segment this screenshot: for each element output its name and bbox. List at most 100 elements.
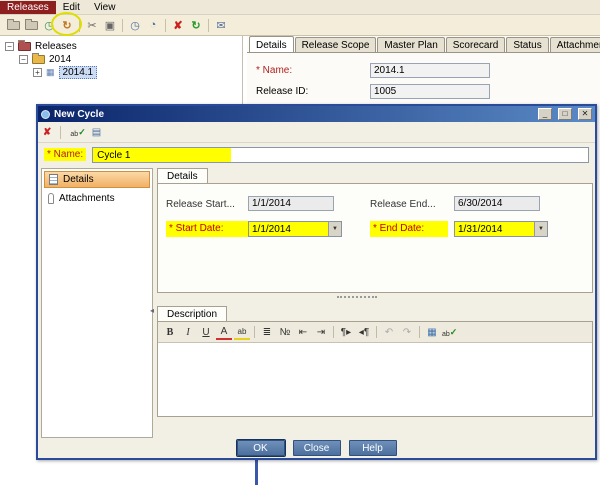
- spell-ab-glyph: ab: [442, 330, 450, 338]
- cycle-name-field[interactable]: Cycle 1: [92, 146, 589, 163]
- new-release-folder-button[interactable]: [4, 16, 22, 34]
- release-tabs: Details Release Scope Master Plan Scorec…: [247, 36, 600, 53]
- paste-button[interactable]: ▣: [101, 16, 119, 34]
- end-date-label: * End Date:: [370, 221, 448, 237]
- delete-button[interactable]: ✘: [169, 16, 187, 34]
- numbered-list-button[interactable]: №: [277, 324, 293, 340]
- new-cycle-dialog: New Cycle _ □ ✕ ✘ ab ✓ ▤ * Name: Cycle 1…: [36, 104, 597, 460]
- details-form-icon: [49, 174, 58, 185]
- annotation-highlight-circle: [51, 12, 82, 36]
- dialog-tab-description[interactable]: Description: [157, 306, 228, 321]
- dialog-title: New Cycle: [54, 108, 105, 120]
- end-date-combo[interactable]: 1/31/2014 ▼: [454, 221, 548, 237]
- sidebar-details-label: Details: [63, 174, 94, 185]
- italic-button[interactable]: I: [180, 324, 196, 340]
- release-name-field[interactable]: 2014.1: [370, 63, 490, 78]
- collapse-icon[interactable]: −: [5, 41, 14, 51]
- chevron-down-icon[interactable]: ▼: [534, 222, 547, 236]
- highlight-button[interactable]: ab: [234, 324, 250, 340]
- description-panel: B I U A ab ≣ № ⇤ ⇥ ¶▸ ◂¶ ↶ ↷ ▦ ab ✓: [157, 321, 593, 417]
- start-date-combo[interactable]: 1/1/2014 ▼: [248, 221, 342, 237]
- menu-edit[interactable]: Edit: [56, 1, 87, 14]
- tab-release-scope[interactable]: Release Scope: [294, 37, 377, 52]
- splitter-handle[interactable]: [337, 296, 377, 298]
- main-toolbar: ◷ ↻ ✂ ▣ ◷ ◔ ✘ ↻ ✉: [0, 15, 600, 36]
- send-email-button[interactable]: ✉: [212, 16, 230, 34]
- progress-button[interactable]: ◔: [144, 16, 162, 34]
- root-folder-icon: [18, 39, 31, 51]
- insert-table-button[interactable]: ▦: [424, 324, 440, 340]
- expand-icon[interactable]: +: [33, 67, 42, 77]
- font-color-button[interactable]: A: [216, 324, 232, 340]
- sidebar-item-attachments[interactable]: Attachments: [44, 190, 150, 207]
- cut-button[interactable]: ✂: [83, 16, 101, 34]
- dialog-sidebar: Details Attachments: [41, 168, 153, 438]
- indent-button[interactable]: ⇥: [313, 324, 329, 340]
- tab-scorecard[interactable]: Scorecard: [445, 37, 506, 52]
- tab-details[interactable]: Details: [249, 36, 294, 52]
- outdent-button[interactable]: ⇤: [295, 324, 311, 340]
- sidebar-attachments-label: Attachments: [59, 193, 115, 204]
- ok-button[interactable]: OK: [236, 440, 285, 456]
- folder-icon: [6, 18, 20, 30]
- tree-item-releases-root[interactable]: − Releases: [5, 39, 77, 52]
- collapse-icon[interactable]: −: [19, 54, 28, 64]
- dialog-toolbar: ✘ ab ✓ ▤: [38, 122, 595, 143]
- tree-item-release-2014-1[interactable]: + ▦ 2014.1: [33, 65, 98, 79]
- dialog-title-bar[interactable]: New Cycle _ □ ✕: [38, 106, 595, 122]
- release-icon: ▦: [46, 66, 55, 77]
- spell-check-glyph: ✓: [449, 326, 458, 337]
- tab-attachments[interactable]: Attachments: [549, 37, 600, 52]
- cycle-name-row: * Name: Cycle 1: [38, 144, 595, 165]
- toolbar-separator: [333, 326, 334, 338]
- new-release-button[interactable]: [22, 16, 40, 34]
- release-end-label: Release End...: [370, 199, 436, 210]
- dialog-tab-details[interactable]: Details: [157, 168, 208, 183]
- tree-item-2014-folder[interactable]: − 2014: [19, 52, 71, 65]
- paperclip-icon: [48, 193, 54, 204]
- minimize-button[interactable]: _: [538, 108, 552, 120]
- toolbar-separator: [165, 18, 166, 32]
- ltr-paragraph-button[interactable]: ¶▸: [338, 324, 354, 340]
- toolbar-separator: [208, 18, 209, 32]
- sidebar-item-details[interactable]: Details: [44, 171, 150, 188]
- close-button[interactable]: Close: [292, 440, 341, 456]
- toolbar-separator: [419, 326, 420, 338]
- toolbar-separator: [122, 18, 123, 32]
- toolbar-separator: [376, 326, 377, 338]
- menu-releases[interactable]: Releases: [0, 0, 56, 14]
- tab-status[interactable]: Status: [506, 37, 549, 52]
- thesaurus-button[interactable]: ▤: [92, 127, 101, 138]
- redo-button[interactable]: ↷: [399, 324, 415, 340]
- end-date-value: 1/31/2014: [458, 224, 503, 235]
- start-time-button[interactable]: ◷: [126, 16, 144, 34]
- application-window: Releases Edit View ◷ ↻ ✂ ▣ ◷ ◔ ✘ ↻ ✉ − R…: [0, 0, 600, 485]
- chevron-down-icon[interactable]: ▼: [328, 222, 341, 236]
- refresh-button[interactable]: ↻: [187, 16, 205, 34]
- maximize-button[interactable]: □: [558, 108, 572, 120]
- release-details-panel: Details Release Scope Master Plan Scorec…: [247, 36, 600, 104]
- undo-button[interactable]: ↶: [381, 324, 397, 340]
- close-button[interactable]: ✕: [578, 108, 592, 120]
- sidebar-collapse-arrow[interactable]: ◂: [150, 306, 154, 315]
- bold-button[interactable]: B: [162, 324, 178, 340]
- release-start-field: 1/1/2014: [248, 196, 334, 211]
- toolbar-separator: [60, 125, 62, 139]
- bullet-list-button[interactable]: ≣: [259, 324, 275, 340]
- folder-icon: [24, 18, 38, 30]
- details-form-panel: Release Start... 1/1/2014 Release End...…: [157, 183, 593, 293]
- description-text-area[interactable]: [158, 343, 592, 416]
- spell-check-glyph: ✓: [78, 126, 86, 137]
- folder-icon: [32, 52, 45, 64]
- release-start-label: Release Start...: [166, 199, 235, 210]
- editor-spell-check-button[interactable]: ab ✓: [442, 327, 457, 338]
- release-end-field: 6/30/2014: [454, 196, 540, 211]
- release-id-label: Release ID:: [256, 86, 309, 97]
- clear-fields-button[interactable]: ✘: [43, 127, 51, 138]
- rtl-paragraph-button[interactable]: ◂¶: [356, 324, 372, 340]
- spell-check-button[interactable]: ab ✓: [70, 127, 85, 138]
- help-button[interactable]: Help: [348, 440, 397, 456]
- underline-button[interactable]: U: [198, 324, 214, 340]
- menu-view[interactable]: View: [87, 1, 123, 14]
- tab-master-plan[interactable]: Master Plan: [377, 37, 445, 52]
